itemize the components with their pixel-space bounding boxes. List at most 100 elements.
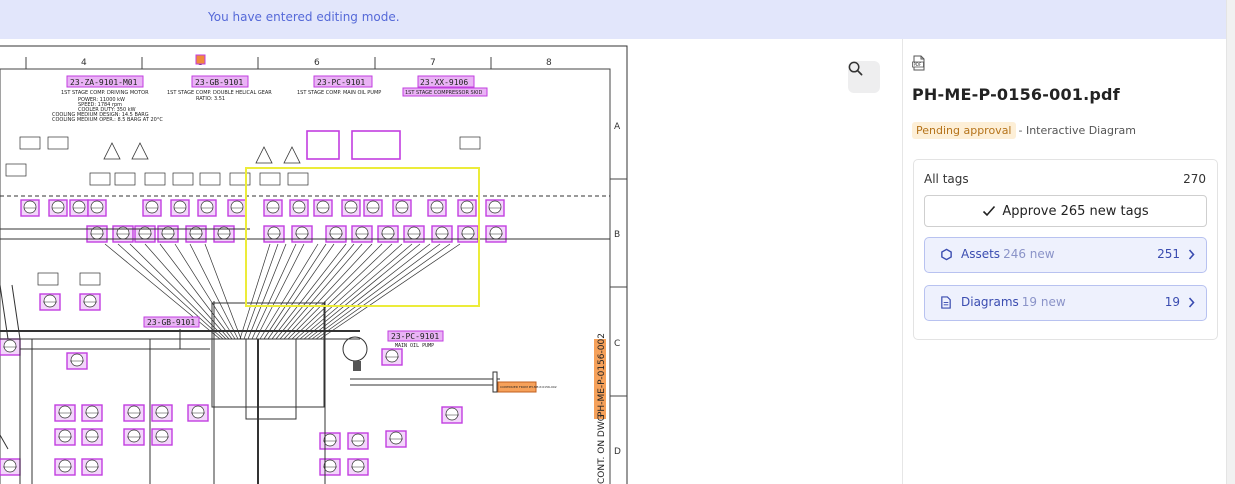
instrument-box (172, 172, 194, 186)
instrument-tag[interactable] (485, 199, 505, 217)
diagrams-label: Diagrams (961, 295, 1019, 309)
instrument-tag[interactable] (0, 458, 21, 476)
search-icon (848, 61, 863, 76)
instrument-tag[interactable] (54, 404, 76, 422)
tag-label: 23-GB-9101 (195, 78, 243, 87)
instrument-tag[interactable] (112, 225, 134, 243)
instrument-tag[interactable] (385, 430, 407, 448)
instrument-tag[interactable] (403, 225, 425, 243)
instrument-tag[interactable] (20, 199, 40, 217)
svg-text:PDF: PDF (914, 62, 922, 67)
instrument-tag[interactable] (54, 428, 76, 446)
instrument-tag[interactable] (291, 225, 313, 243)
status-row: Pending approval - Interactive Diagram (912, 122, 1136, 139)
instrument-tag[interactable] (151, 404, 173, 422)
tags-card: All tags 270 Approve 265 new tags Assets… (913, 159, 1218, 340)
instrument-box (459, 136, 481, 150)
instrument-tag[interactable] (325, 225, 347, 243)
instrument-tag[interactable] (54, 458, 76, 476)
instrument-tag[interactable] (142, 199, 162, 217)
instrument-tag[interactable] (87, 199, 107, 217)
instrument-tag[interactable] (81, 458, 103, 476)
assets-label: Assets (961, 247, 1001, 261)
instrument-tag[interactable] (66, 352, 88, 370)
svg-text:CONTINUED FROM PH-ME-P-0156-00: CONTINUED FROM PH-ME-P-0156-002 (500, 385, 557, 389)
instrument-tag[interactable] (151, 428, 173, 446)
diagrams-button[interactable]: Diagrams 19 new 19 (924, 285, 1207, 321)
instrument-tag[interactable] (134, 225, 156, 243)
instrument-box (89, 172, 111, 186)
side-drawing-id: PH-ME-P-0156-002 (597, 333, 607, 417)
instrument-box (47, 136, 69, 150)
side-note: CONT. ON DWG (597, 414, 607, 484)
line-break (492, 371, 498, 393)
pid-drawing[interactable]: 4 5 6 7 8 A B C D 23-ZA-9101-M01 23-GB-9… (0, 39, 902, 484)
file-title: PH-ME-P-0156-001.pdf (912, 85, 1120, 104)
instrument-tag[interactable] (263, 225, 285, 243)
instrument-tag[interactable] (157, 225, 179, 243)
tag-label: 23-PC-9101 (317, 78, 365, 87)
editing-mode-banner: You have entered editing mode. (0, 0, 1226, 39)
diagrams-new-count: 19 new (1021, 295, 1066, 309)
instrument-tag[interactable] (0, 338, 21, 356)
svg-text:23-PC-9101: 23-PC-9101 (391, 332, 439, 341)
instrument-tag[interactable] (457, 199, 477, 217)
page-scrollbar[interactable] (1226, 0, 1235, 484)
instrument-tag[interactable] (123, 428, 145, 446)
instrument-tag[interactable] (185, 225, 207, 243)
search-zoom-button[interactable] (848, 61, 880, 93)
instrument-tag[interactable] (263, 199, 283, 217)
all-tags-label: All tags (924, 172, 969, 186)
row-label: C (614, 339, 620, 349)
diagrams-label-group: Diagrams 19 new (961, 295, 1066, 309)
instrument-tag[interactable] (39, 293, 61, 311)
highlighted-instrument[interactable] (351, 130, 401, 160)
instrument-tag[interactable] (347, 458, 369, 476)
instrument-tag[interactable] (485, 225, 507, 243)
svg-text:MAIN OIL PUMP: MAIN OIL PUMP (395, 343, 434, 349)
instrument-box (287, 172, 309, 186)
approve-tags-button[interactable]: Approve 265 new tags (924, 195, 1207, 227)
instrument-box (144, 172, 166, 186)
svg-text:1ST STAGE COMP. MAIN OIL PUMP: 1ST STAGE COMP. MAIN OIL PUMP (297, 90, 381, 96)
instrument-tag[interactable] (81, 428, 103, 446)
instrument-tag[interactable] (319, 458, 341, 476)
highlighted-instrument[interactable] (306, 130, 340, 160)
instrument-tag[interactable] (347, 432, 369, 450)
instrument-tag[interactable] (197, 199, 217, 217)
instrument-tag[interactable] (213, 225, 235, 243)
instrument-tag[interactable] (289, 199, 309, 217)
svg-text:1ST STAGE COMPRESSOR SKID: 1ST STAGE COMPRESSOR SKID (405, 90, 482, 96)
status-badge: Pending approval (912, 122, 1016, 139)
instrument-tag[interactable] (377, 225, 399, 243)
instrument-tag[interactable] (441, 406, 463, 424)
column-label: 7 (430, 58, 436, 68)
instrument-tag[interactable] (363, 199, 383, 217)
instrument-tag[interactable] (457, 225, 479, 243)
assets-new-count: 246 new (1003, 247, 1055, 261)
instrument-tag[interactable] (427, 199, 447, 217)
diagram-viewer[interactable]: 4 5 6 7 8 A B C D 23-ZA-9101-M01 23-GB-9… (0, 39, 902, 484)
checkmark-icon (983, 205, 996, 217)
svg-text:1ST STAGE COMP. DRIVING MOTOR: 1ST STAGE COMP. DRIVING MOTOR (61, 90, 149, 96)
instrument-tag[interactable] (392, 199, 412, 217)
column-label: 8 (546, 58, 552, 68)
instrument-tag[interactable] (170, 199, 190, 217)
instrument-tag[interactable] (86, 225, 108, 243)
instrument-tag[interactable] (313, 199, 333, 217)
assets-count: 251 (1157, 247, 1180, 261)
instrument-tag[interactable] (79, 293, 101, 311)
instrument-tag[interactable] (319, 432, 341, 450)
tag-label: 23-ZA-9101-M01 (70, 78, 138, 87)
instrument-tag[interactable] (431, 225, 453, 243)
instrument-tag[interactable] (123, 404, 145, 422)
instrument-tag[interactable] (69, 199, 89, 217)
instrument-tag[interactable] (351, 225, 373, 243)
assets-button[interactable]: Assets 246 new 251 (924, 237, 1207, 273)
instrument-tag[interactable] (381, 348, 403, 366)
instrument-tag[interactable] (187, 404, 209, 422)
instrument-tag[interactable] (48, 199, 68, 217)
instrument-tag[interactable] (227, 199, 247, 217)
instrument-tag[interactable] (341, 199, 361, 217)
instrument-tag[interactable] (81, 404, 103, 422)
